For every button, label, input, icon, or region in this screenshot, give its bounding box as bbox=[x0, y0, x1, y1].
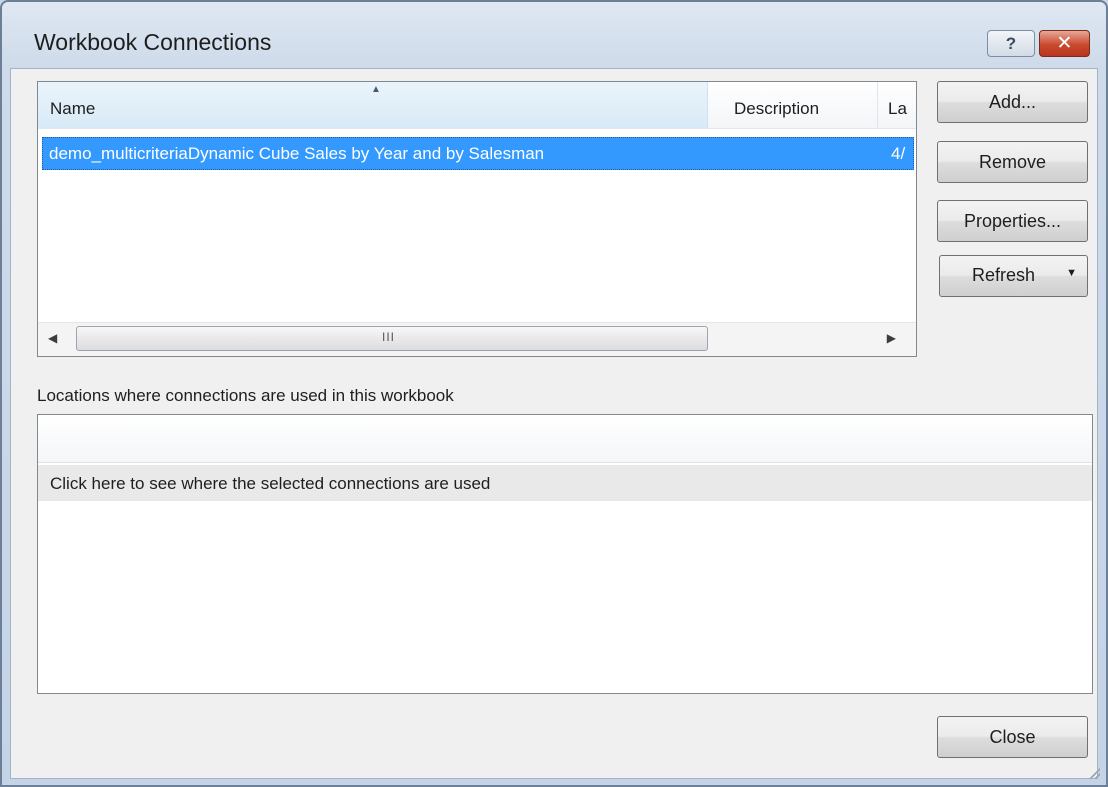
refresh-button[interactable]: Refresh ▼ bbox=[939, 255, 1088, 297]
connection-name: demo_multicriteriaDynamic Cube Sales by … bbox=[49, 144, 545, 163]
column-header-last-refreshed[interactable]: La bbox=[878, 82, 916, 128]
add-button-label: Add... bbox=[988, 91, 1037, 112]
scrollbar-grip-icon: III bbox=[382, 330, 396, 344]
column-header-description-label: Description bbox=[734, 99, 820, 118]
remove-button[interactable]: Remove bbox=[937, 141, 1088, 183]
scrollbar-thumb[interactable]: III bbox=[76, 326, 708, 351]
title-bar: Workbook Connections ? ✕ bbox=[2, 2, 1106, 72]
help-icon: ? bbox=[1005, 33, 1017, 53]
close-button-label: Close bbox=[989, 726, 1036, 747]
window-title: Workbook Connections bbox=[34, 29, 272, 55]
close-icon: ✕ bbox=[1056, 33, 1073, 54]
window-close-button[interactable]: ✕ bbox=[1039, 30, 1090, 57]
close-button[interactable]: Close bbox=[937, 716, 1088, 758]
column-header-last-refreshed-label: La bbox=[888, 99, 907, 118]
column-header-name-label: Name bbox=[50, 99, 96, 118]
column-header-name[interactable]: ▲ Name bbox=[38, 82, 708, 128]
locations-panel: Click here to see where the selected con… bbox=[37, 414, 1093, 694]
locations-hint-row[interactable]: Click here to see where the selected con… bbox=[38, 465, 1092, 501]
remove-button-label: Remove bbox=[978, 151, 1047, 172]
locations-header bbox=[38, 415, 1092, 463]
horizontal-scrollbar[interactable]: ◀ III ▶ bbox=[38, 322, 916, 356]
connections-list-header: ▲ Name Description La bbox=[38, 82, 916, 129]
scroll-right-arrow-icon[interactable]: ▶ bbox=[887, 331, 896, 345]
refresh-button-label: Refresh bbox=[972, 265, 1036, 285]
connection-last-refreshed: 4/ bbox=[891, 144, 906, 163]
dialog-body: ▲ Name Description La demo_multicriteria… bbox=[10, 68, 1098, 779]
help-button[interactable]: ? bbox=[987, 30, 1035, 57]
connection-row[interactable]: demo_multicriteriaDynamic Cube Sales by … bbox=[42, 137, 914, 170]
sort-ascending-icon: ▲ bbox=[371, 84, 381, 95]
column-header-description[interactable]: Description bbox=[708, 82, 878, 128]
locations-hint-text: Click here to see where the selected con… bbox=[50, 474, 491, 493]
resize-grip-icon[interactable] bbox=[1086, 765, 1100, 779]
workbook-connections-dialog: Workbook Connections ? ✕ ▲ Name Descript… bbox=[0, 0, 1108, 787]
connections-list[interactable]: ▲ Name Description La demo_multicriteria… bbox=[37, 81, 917, 357]
add-button[interactable]: Add... bbox=[937, 81, 1088, 123]
properties-button-label: Properties... bbox=[963, 210, 1062, 231]
scroll-left-arrow-icon[interactable]: ◀ bbox=[48, 331, 57, 345]
locations-label: Locations where connections are used in … bbox=[37, 386, 454, 405]
dropdown-arrow-icon[interactable]: ▼ bbox=[1066, 267, 1077, 279]
properties-button[interactable]: Properties... bbox=[937, 200, 1088, 242]
